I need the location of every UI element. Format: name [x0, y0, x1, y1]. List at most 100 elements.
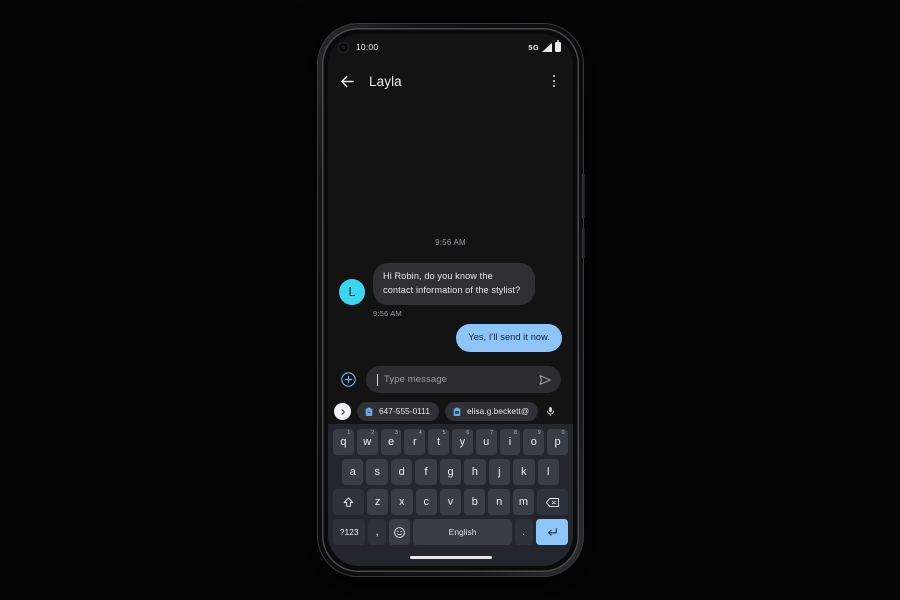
- key-z[interactable]: z: [366, 489, 389, 515]
- signal-bars-icon: [542, 42, 552, 52]
- status-bar: 10:00 5G: [328, 34, 573, 60]
- microphone-icon[interactable]: [545, 405, 556, 418]
- backspace-icon: [545, 497, 559, 507]
- key-r[interactable]: 4 r: [404, 429, 426, 455]
- key-number: 1: [347, 430, 351, 436]
- key-number: 3: [395, 430, 398, 436]
- screenshot-stage: 10:00 5G Layla 9:56 AM L Hi Robin, do yo…: [0, 0, 900, 600]
- enter-key-icon: [547, 527, 557, 536]
- message-bubble-incoming[interactable]: Hi Robin, do you know the contact inform…: [373, 263, 535, 306]
- keyboard-row-1: 1 q 2 w 3 e 4 r 5 t 6 y 7 u 8 i 9 o 0 p: [331, 429, 570, 455]
- more-options-icon[interactable]: [547, 73, 561, 90]
- page-title: Layla: [369, 73, 402, 89]
- key-label: u: [483, 436, 490, 448]
- message-thread: 9:56 AM L Hi Robin, do you know the cont…: [328, 102, 573, 358]
- backspace-key[interactable]: [537, 489, 568, 515]
- emoji-icon: [394, 526, 406, 538]
- key-y[interactable]: 6 y: [452, 429, 473, 455]
- key-number: 2: [371, 430, 375, 436]
- key-number: 7: [490, 430, 494, 436]
- period-key[interactable]: .: [514, 519, 533, 545]
- power-button[interactable]: [582, 174, 585, 218]
- key-n[interactable]: n: [488, 489, 510, 515]
- suggestion-chip-phone[interactable]: 647-555-0111: [357, 402, 439, 421]
- key-e[interactable]: 3 e: [380, 429, 402, 455]
- key-label: e: [387, 436, 395, 448]
- key-label: t: [437, 436, 441, 448]
- key-d[interactable]: d: [390, 459, 413, 485]
- phone-device-frame: 10:00 5G Layla 9:56 AM L Hi Robin, do yo…: [318, 24, 585, 576]
- virtual-keyboard: 1 q 2 w 3 e 4 r 5 t 6 y 7 u 8 i 9 o 0 p …: [328, 424, 573, 549]
- send-icon[interactable]: [538, 373, 552, 387]
- phone-screen: 10:00 5G Layla 9:56 AM L Hi Robin, do yo…: [328, 34, 573, 566]
- key-g[interactable]: g: [439, 459, 462, 485]
- suggestion-chip-email[interactable]: elisa.g.beckett@: [444, 402, 539, 421]
- key-v[interactable]: v: [439, 489, 462, 515]
- key-label: i: [508, 436, 512, 448]
- clipboard-mail-icon: [453, 407, 461, 416]
- network-type-label: 5G: [528, 42, 539, 52]
- key-o[interactable]: 9 o: [523, 429, 545, 455]
- key-f[interactable]: f: [415, 459, 437, 485]
- smart-suggestion-strip: 647-555-0111 elisa.g.beckett@: [328, 399, 573, 424]
- suggestion-chip-label: 647-555-0111: [379, 407, 430, 416]
- key-a[interactable]: a: [342, 459, 364, 485]
- key-label: y: [459, 436, 466, 448]
- key-number: 4: [418, 430, 422, 436]
- key-i[interactable]: 8 i: [499, 429, 521, 455]
- key-number: 0: [561, 430, 565, 436]
- add-circle-icon[interactable]: [340, 371, 357, 388]
- status-bar-clock: 10:00: [356, 42, 379, 52]
- key-q[interactable]: 1 q: [333, 429, 354, 455]
- comma-key[interactable]: ,: [368, 519, 387, 545]
- key-number: 8: [514, 430, 517, 436]
- key-label: q: [340, 436, 347, 448]
- symbols-key[interactable]: ?123: [332, 519, 366, 545]
- volume-button[interactable]: [582, 228, 585, 258]
- key-label: w: [363, 436, 372, 448]
- compose-row: Type message: [328, 358, 573, 399]
- message-bubble-outgoing[interactable]: Yes, I'll send it now.: [456, 324, 562, 352]
- key-k[interactable]: k: [513, 459, 535, 485]
- key-b[interactable]: b: [464, 489, 486, 515]
- front-camera-punch-hole: [338, 41, 349, 53]
- shift-icon: [343, 496, 354, 507]
- key-number: 9: [537, 430, 541, 436]
- chevron-right-icon[interactable]: [334, 403, 351, 420]
- key-j[interactable]: j: [488, 459, 511, 485]
- conversation-timestamp: 9:56 AM: [435, 238, 466, 248]
- key-x[interactable]: x: [391, 489, 413, 515]
- key-m[interactable]: m: [512, 489, 535, 515]
- key-number: 5: [442, 430, 446, 436]
- message-input-field[interactable]: Type message: [366, 366, 561, 393]
- key-c[interactable]: c: [415, 489, 437, 515]
- key-w[interactable]: 2 w: [356, 429, 378, 455]
- status-bar-right: 5G: [528, 40, 561, 52]
- keyboard-row-4: ?123 , English .: [331, 519, 570, 545]
- key-l[interactable]: l: [537, 459, 559, 485]
- message-input-placeholder: Type message: [384, 374, 447, 385]
- enter-key[interactable]: [535, 519, 569, 545]
- conversation-app-bar: Layla: [328, 60, 573, 102]
- shift-key[interactable]: [333, 489, 364, 515]
- key-number: 6: [466, 430, 470, 436]
- emoji-key[interactable]: [389, 519, 411, 545]
- home-gesture-bar[interactable]: [409, 556, 492, 559]
- key-label: p: [554, 436, 561, 448]
- status-bar-left: 10:00: [338, 41, 379, 53]
- key-t[interactable]: 5 t: [428, 429, 449, 455]
- back-arrow-icon[interactable]: [339, 73, 356, 90]
- text-caret: [377, 373, 378, 386]
- clipboard-phone-icon: [365, 407, 373, 416]
- key-label: o: [530, 436, 537, 448]
- key-s[interactable]: s: [366, 459, 388, 485]
- key-u[interactable]: 7 u: [475, 429, 497, 455]
- navigation-bar: [328, 549, 573, 566]
- keyboard-row-3: z x c v b n m: [331, 489, 570, 515]
- message-timestamp-incoming: 9:56 AM: [373, 309, 402, 319]
- keyboard-row-2: a s d f g h j k l: [331, 459, 570, 485]
- key-label: r: [412, 436, 417, 448]
- key-h[interactable]: h: [464, 459, 486, 485]
- space-key[interactable]: English: [413, 519, 512, 545]
- key-p[interactable]: 0 p: [547, 429, 568, 455]
